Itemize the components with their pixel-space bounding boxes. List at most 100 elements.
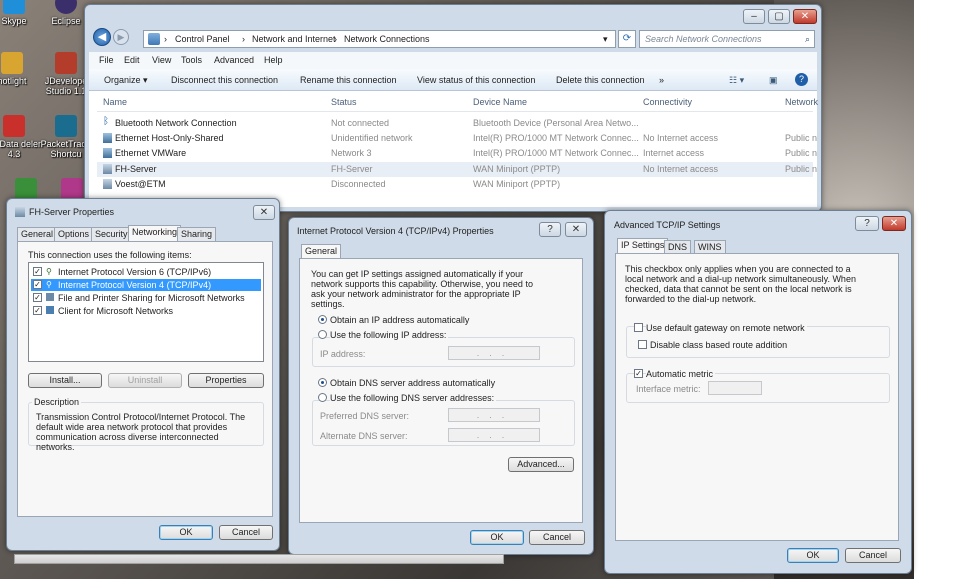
tab-ip-settings[interactable]: IP Settings — [617, 238, 669, 254]
cancel-button[interactable]: Cancel — [529, 530, 585, 545]
menu-edit[interactable]: Edit — [124, 55, 140, 65]
column-header-status[interactable]: Status — [331, 97, 357, 107]
minimize-button[interactable]: – — [743, 9, 765, 24]
view-options-icon[interactable]: ☷ ▾ — [729, 75, 744, 86]
automatic-metric-checkbox[interactable]: ✓ — [634, 369, 643, 378]
obtain-ip-radio[interactable] — [318, 315, 327, 324]
row-connectivity: Internet access — [643, 148, 705, 158]
table-row[interactable]: Ethernet VMWare Network 3 Intel(R) PRO/1… — [97, 146, 817, 161]
column-header-connectivity[interactable]: Connectivity — [643, 97, 692, 107]
maximize-button[interactable]: ▢ — [768, 9, 790, 24]
cancel-button[interactable]: Cancel — [219, 525, 273, 540]
breadcrumb-network-and-internet[interactable]: Network and Internet — [252, 31, 336, 47]
menu-file[interactable]: File — [99, 55, 114, 65]
close-button[interactable]: ✕ — [253, 205, 275, 220]
list-item[interactable]: ✓ Client for Microsoft Networks — [31, 305, 261, 317]
item-label: Internet Protocol Version 4 (TCP/IPv4) — [58, 280, 212, 290]
list-item[interactable]: ✓ ⚲ Internet Protocol Version 6 (TCP/IPv… — [31, 266, 261, 278]
tab-general[interactable]: General — [301, 244, 342, 259]
disconnect-button[interactable]: Disconnect this connection — [171, 75, 278, 85]
class-route-checkbox[interactable] — [638, 340, 647, 349]
list-item[interactable]: ✓ File and Printer Sharing for Microsoft… — [31, 292, 261, 304]
back-button[interactable]: ◀ — [93, 28, 111, 46]
app-icon — [15, 178, 37, 200]
class-route-label[interactable]: Disable class based route addition — [650, 340, 787, 350]
column-header-device-name[interactable]: Device Name — [473, 97, 527, 107]
column-header-name[interactable]: Name — [103, 97, 127, 107]
advanced-tcpip-dialog: Advanced TCP/IP Settings ? ✕ IP Settings… — [604, 210, 912, 574]
advanced-button[interactable]: Advanced... — [508, 457, 574, 472]
preview-pane-icon[interactable]: ▣ — [769, 75, 778, 86]
table-row[interactable]: Voest@ETM Disconnected WAN Miniport (PPT… — [97, 177, 813, 192]
table-row[interactable]: FH-Server FH-Server WAN Miniport (PPTP) … — [97, 162, 817, 177]
components-list[interactable]: ✓ ⚲ Internet Protocol Version 6 (TCP/IPv… — [28, 262, 264, 362]
ip-address-field[interactable]: ... — [448, 346, 540, 360]
menu-advanced[interactable]: Advanced — [214, 55, 254, 65]
use-dns-label[interactable]: Use the following DNS server addresses: — [330, 393, 497, 403]
table-row[interactable]: Ethernet Host-Only-Shared Unidentified n… — [97, 131, 817, 146]
help-icon[interactable]: ? — [795, 73, 808, 86]
breadcrumb-network-connections[interactable]: Network Connections — [344, 31, 430, 47]
use-ip-label[interactable]: Use the following IP address: — [330, 330, 449, 340]
column-header-network[interactable]: Network — [785, 97, 818, 107]
uninstall-button[interactable]: Uninstall — [108, 373, 182, 388]
tab-networking[interactable]: Networking — [128, 225, 182, 241]
refresh-button[interactable]: ⟳ — [618, 30, 636, 48]
help-button[interactable]: ? — [539, 222, 561, 237]
list-item-selected[interactable]: ✓ ⚲ Internet Protocol Version 4 (TCP/IPv… — [31, 279, 261, 291]
table-row[interactable]: ᛒ Bluetooth Network Connection Not conne… — [97, 116, 813, 131]
more-commands-button[interactable]: » — [659, 75, 664, 85]
interface-metric-field[interactable] — [708, 381, 762, 395]
tab-options[interactable]: Options — [54, 227, 94, 241]
automatic-metric-label[interactable]: Automatic metric — [646, 369, 716, 379]
default-gateway-checkbox[interactable] — [634, 323, 643, 332]
network-adapter-icon — [103, 148, 112, 158]
protocol-icon: ⚲ — [46, 280, 52, 289]
item-checkbox[interactable]: ✓ — [33, 306, 42, 315]
tab-sharing[interactable]: Sharing — [177, 227, 217, 241]
ok-button[interactable]: OK — [470, 530, 524, 545]
properties-button[interactable]: Properties — [188, 373, 264, 388]
preferred-dns-field[interactable]: ... — [448, 408, 540, 422]
chevron-down-icon[interactable]: ▾ — [603, 31, 608, 47]
address-bar[interactable]: › Control Panel › Network and Internet ›… — [143, 30, 616, 48]
tab-wins[interactable]: WINS — [694, 240, 726, 254]
close-button[interactable]: ✕ — [565, 222, 587, 237]
item-checkbox[interactable]: ✓ — [33, 280, 42, 289]
row-name: Ethernet Host-Only-Shared — [115, 133, 224, 143]
close-button[interactable]: ✕ — [882, 216, 906, 231]
search-input[interactable]: Search Network Connections ⌕ — [639, 30, 815, 48]
install-button[interactable]: Install... — [28, 373, 102, 388]
taskbar-scrollbar[interactable] — [14, 554, 504, 564]
obtain-ip-label[interactable]: Obtain an IP address automatically — [330, 315, 469, 325]
menu-tools[interactable]: Tools — [181, 55, 202, 65]
row-network: Public n — [785, 164, 818, 174]
cancel-button[interactable]: Cancel — [845, 548, 901, 563]
rename-button[interactable]: Rename this connection — [300, 75, 397, 85]
default-gateway-label[interactable]: Use default gateway on remote network — [646, 323, 807, 333]
alternate-dns-field[interactable]: ... — [448, 428, 540, 442]
close-button[interactable]: ✕ — [793, 9, 817, 24]
obtain-dns-label[interactable]: Obtain DNS server address automatically — [330, 378, 495, 388]
forward-button[interactable]: ▶ — [113, 29, 129, 45]
help-button[interactable]: ? — [855, 216, 879, 231]
tab-security[interactable]: Security — [91, 227, 132, 241]
delete-button[interactable]: Delete this connection — [556, 75, 645, 85]
item-checkbox[interactable]: ✓ — [33, 293, 42, 302]
menu-view[interactable]: View — [152, 55, 171, 65]
ok-button[interactable]: OK — [787, 548, 839, 563]
use-ip-radio[interactable] — [318, 330, 327, 339]
menu-help[interactable]: Help — [264, 55, 283, 65]
ok-button[interactable]: OK — [159, 525, 213, 540]
row-device: Intel(R) PRO/1000 MT Network Connec... — [473, 148, 639, 158]
obtain-dns-radio[interactable] — [318, 378, 327, 387]
window-icon — [15, 207, 25, 217]
use-dns-radio[interactable] — [318, 393, 327, 402]
tab-dns[interactable]: DNS — [664, 240, 692, 254]
row-status: Unidentified network — [331, 133, 413, 143]
organize-button[interactable]: Organize ▾ — [104, 75, 148, 86]
tab-general[interactable]: General — [17, 227, 58, 241]
breadcrumb-control-panel[interactable]: Control Panel — [175, 31, 230, 47]
view-status-button[interactable]: View status of this connection — [417, 75, 535, 85]
item-checkbox[interactable]: ✓ — [33, 267, 42, 276]
